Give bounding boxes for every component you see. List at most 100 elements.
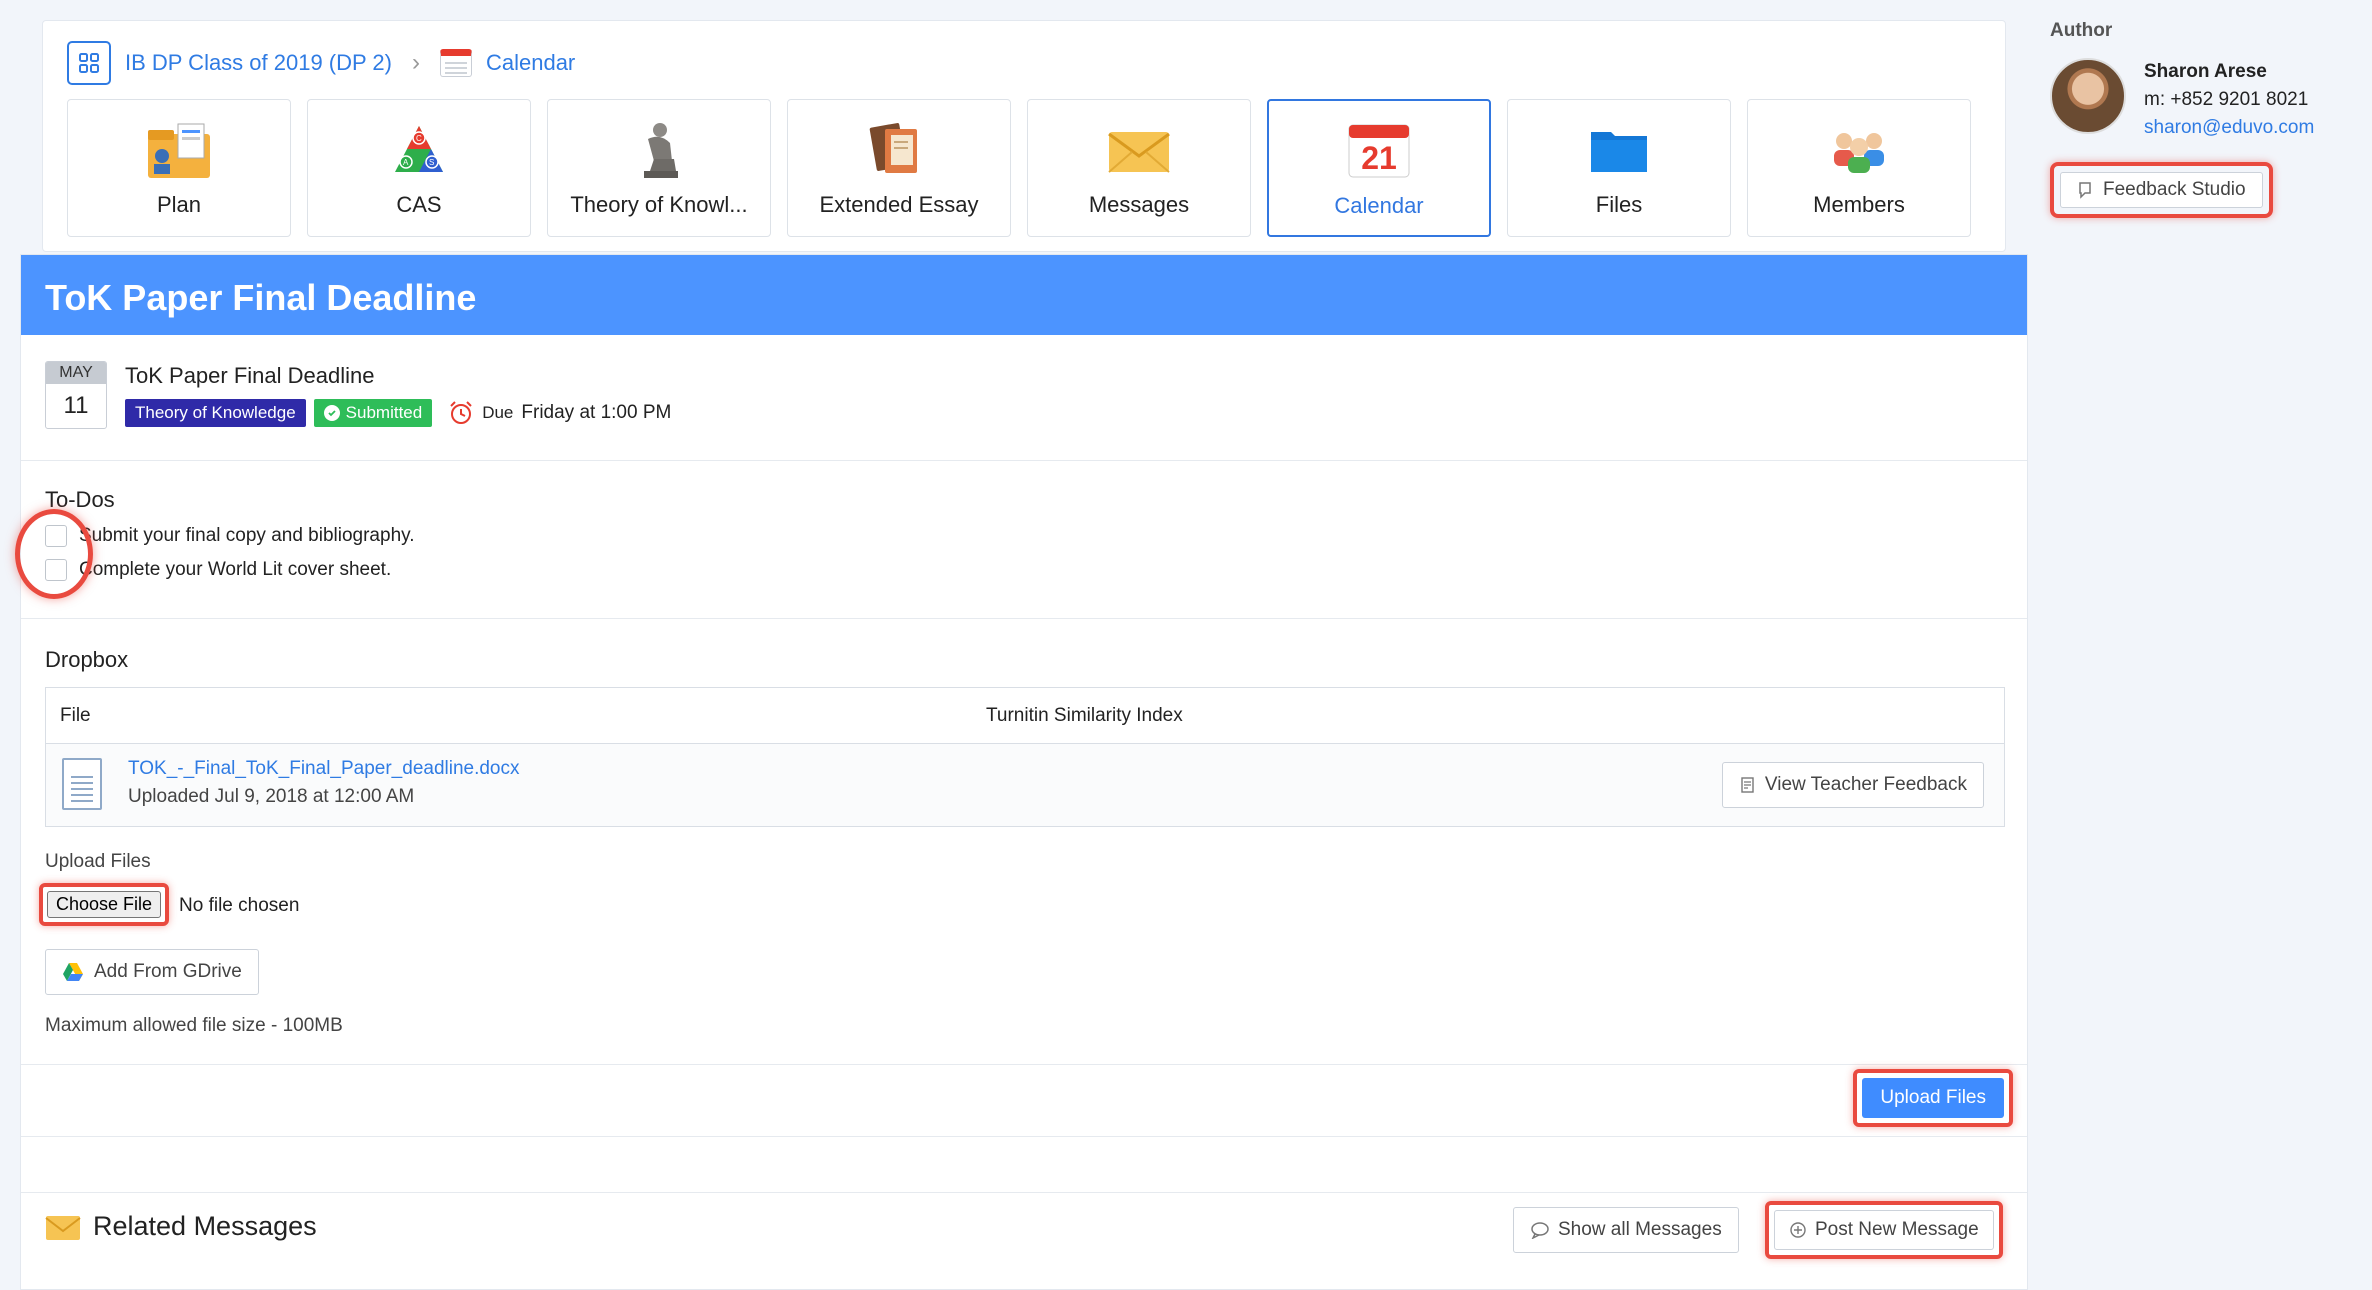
document-icon bbox=[62, 758, 102, 810]
add-from-gdrive-button[interactable]: Add From GDrive bbox=[45, 949, 259, 995]
tile-label: Calendar bbox=[1334, 193, 1424, 218]
envelope-icon bbox=[45, 1215, 81, 1240]
due-label: Due bbox=[482, 403, 514, 422]
column-header-turnitin: Turnitin Similarity Index bbox=[986, 704, 1183, 726]
event-meta: Theory of Knowledge Submitted Due Friday… bbox=[125, 399, 671, 427]
status-badge: Submitted bbox=[313, 399, 433, 427]
books-icon bbox=[867, 120, 931, 180]
show-all-messages-button[interactable]: Show all Messages bbox=[1513, 1207, 1739, 1253]
date-day: 11 bbox=[63, 392, 89, 419]
author-panel: Author Sharon Arese m: +852 9201 8021 sh… bbox=[2050, 20, 2350, 218]
max-file-size-note: Maximum allowed file size - 100MB bbox=[45, 1015, 343, 1036]
svg-text:S: S bbox=[429, 158, 434, 167]
no-file-chosen-text: No file chosen bbox=[179, 895, 300, 916]
todos-section: To-Dos Submit your final copy and biblio… bbox=[15, 461, 2027, 619]
tile-files[interactable]: Files bbox=[1507, 99, 1731, 237]
author-heading: Author bbox=[2050, 20, 2113, 41]
file-uploaded-date: Uploaded Jul 9, 2018 at 12:00 AM bbox=[128, 786, 415, 807]
highlight-post-new-message: Post New Message bbox=[1765, 1201, 2003, 1259]
related-messages-section: Related Messages Show all Messages Post … bbox=[21, 1193, 2027, 1263]
breadcrumb: IB DP Class of 2019 (DP 2) › Calendar bbox=[67, 41, 575, 85]
date-badge: MAY 11 bbox=[45, 361, 107, 429]
upload-files-label: Upload Files bbox=[45, 851, 151, 872]
plan-icon bbox=[147, 120, 211, 180]
date-month: MAY bbox=[46, 362, 106, 384]
event-title: ToK Paper Final Deadline bbox=[125, 363, 375, 388]
google-drive-icon bbox=[63, 963, 83, 981]
tile-theory-of-knowledge[interactable]: Theory of Knowl... bbox=[547, 99, 771, 237]
author-email-link[interactable]: sharon@eduvo.com bbox=[2144, 114, 2314, 142]
feedback-studio-label: Feedback Studio bbox=[2103, 179, 2246, 200]
thinker-statue-icon bbox=[627, 120, 691, 180]
folder-icon bbox=[1587, 120, 1651, 180]
tile-calendar[interactable]: 21 Calendar bbox=[1267, 99, 1491, 237]
alarm-clock-icon bbox=[450, 401, 472, 424]
add-from-gdrive-label: Add From GDrive bbox=[94, 961, 242, 982]
breadcrumb-class-link[interactable]: IB DP Class of 2019 (DP 2) bbox=[125, 50, 392, 76]
subject-tag: Theory of Knowledge bbox=[125, 399, 306, 427]
svg-text:A: A bbox=[403, 158, 409, 167]
view-teacher-feedback-label: View Teacher Feedback bbox=[1764, 774, 1967, 795]
dropbox-table: File Turnitin Similarity Index TOK_-_Fin… bbox=[45, 687, 2005, 827]
tile-label: Members bbox=[1813, 192, 1905, 217]
column-header-file: File bbox=[60, 704, 91, 726]
tile-extended-essay[interactable]: Extended Essay bbox=[787, 99, 1011, 237]
tile-label: Messages bbox=[1088, 192, 1190, 217]
plus-circle-icon bbox=[1790, 1222, 1806, 1238]
chat-bubble-icon bbox=[1531, 1222, 1549, 1239]
choose-file-button[interactable]: Choose File bbox=[47, 891, 162, 918]
tile-cas[interactable]: C A S C A S bbox=[307, 99, 531, 237]
highlight-choose-file: Choose File bbox=[39, 883, 170, 926]
calendar-day: 21 bbox=[1361, 140, 1397, 176]
module-tiles: Plan C A S C A S Theory of Knowl... Extend… bbox=[67, 99, 1971, 237]
due-info: Due Friday at 1:00 PM bbox=[448, 400, 671, 426]
feedback-document-icon bbox=[1741, 777, 1754, 793]
breadcrumb-current[interactable]: Calendar bbox=[486, 50, 575, 76]
tile-label: Theory of Knowl... bbox=[570, 192, 748, 217]
todo-item[interactable]: Complete your World Lit cover sheet. bbox=[45, 559, 391, 581]
upload-files-button[interactable]: Upload Files bbox=[1862, 1078, 2004, 1118]
calendar-icon bbox=[439, 49, 472, 77]
tile-label: Extended Essay bbox=[819, 192, 979, 217]
view-teacher-feedback-button[interactable]: View Teacher Feedback bbox=[1721, 762, 1984, 808]
todo-label: Complete your World Lit cover sheet. bbox=[79, 559, 392, 580]
event-header: ToK Paper Final Deadline bbox=[21, 255, 2027, 335]
feedback-studio-button[interactable]: Feedback Studio bbox=[2060, 172, 2263, 208]
dropbox-section: Dropbox File Turnitin Similarity Index T… bbox=[21, 619, 2027, 1065]
post-new-message-label: Post New Message bbox=[1815, 1219, 1979, 1240]
apps-grid-button[interactable] bbox=[67, 41, 111, 85]
calendar-icon: 21 bbox=[1347, 121, 1411, 181]
dropbox-title: Dropbox bbox=[45, 647, 129, 672]
status-label: Submitted bbox=[345, 403, 423, 422]
envelope-icon bbox=[1107, 120, 1171, 180]
check-icon bbox=[323, 405, 340, 421]
grid-icon bbox=[79, 53, 99, 73]
svg-text:C: C bbox=[416, 134, 422, 143]
feedback-icon bbox=[2079, 182, 2091, 199]
todo-label: Submit your final copy and bibliography. bbox=[79, 525, 415, 546]
table-row: TOK_-_Final_ToK_Final_Paper_deadline.doc… bbox=[46, 744, 2004, 826]
tile-label: Files bbox=[1595, 192, 1643, 217]
section-divider bbox=[21, 1137, 2027, 1193]
related-messages-title: Related Messages bbox=[93, 1211, 317, 1241]
class-nav-card: IB DP Class of 2019 (DP 2) › Calendar Pl… bbox=[42, 20, 2006, 252]
cas-icon: C A S bbox=[387, 120, 451, 180]
avatar bbox=[2050, 58, 2126, 134]
upload-footer: Upload Files bbox=[21, 1065, 2027, 1137]
file-name-link[interactable]: TOK_-_Final_ToK_Final_Paper_deadline.doc… bbox=[128, 758, 520, 780]
post-new-message-button[interactable]: Post New Message bbox=[1774, 1210, 1994, 1250]
tile-plan[interactable]: Plan bbox=[67, 99, 291, 237]
event-summary: MAY 11 ToK Paper Final Deadline Theory o… bbox=[21, 335, 2027, 461]
highlight-feedback-studio: Feedback Studio bbox=[2050, 162, 2273, 218]
todo-item[interactable]: Submit your final copy and bibliography. bbox=[45, 525, 415, 547]
tile-messages[interactable]: Messages bbox=[1027, 99, 1251, 237]
highlight-upload-files: Upload Files bbox=[1853, 1069, 2013, 1127]
breadcrumb-separator: › bbox=[411, 49, 420, 76]
table-header: File Turnitin Similarity Index bbox=[46, 688, 2004, 744]
author-phone: m: +852 9201 8021 bbox=[2144, 89, 2309, 110]
tile-members[interactable]: Members bbox=[1747, 99, 1971, 237]
show-all-messages-label: Show all Messages bbox=[1558, 1219, 1722, 1240]
highlight-todo-checkboxes bbox=[15, 509, 93, 599]
due-time: Friday at 1:00 PM bbox=[521, 402, 672, 423]
related-messages-heading: Related Messages bbox=[45, 1211, 317, 1242]
